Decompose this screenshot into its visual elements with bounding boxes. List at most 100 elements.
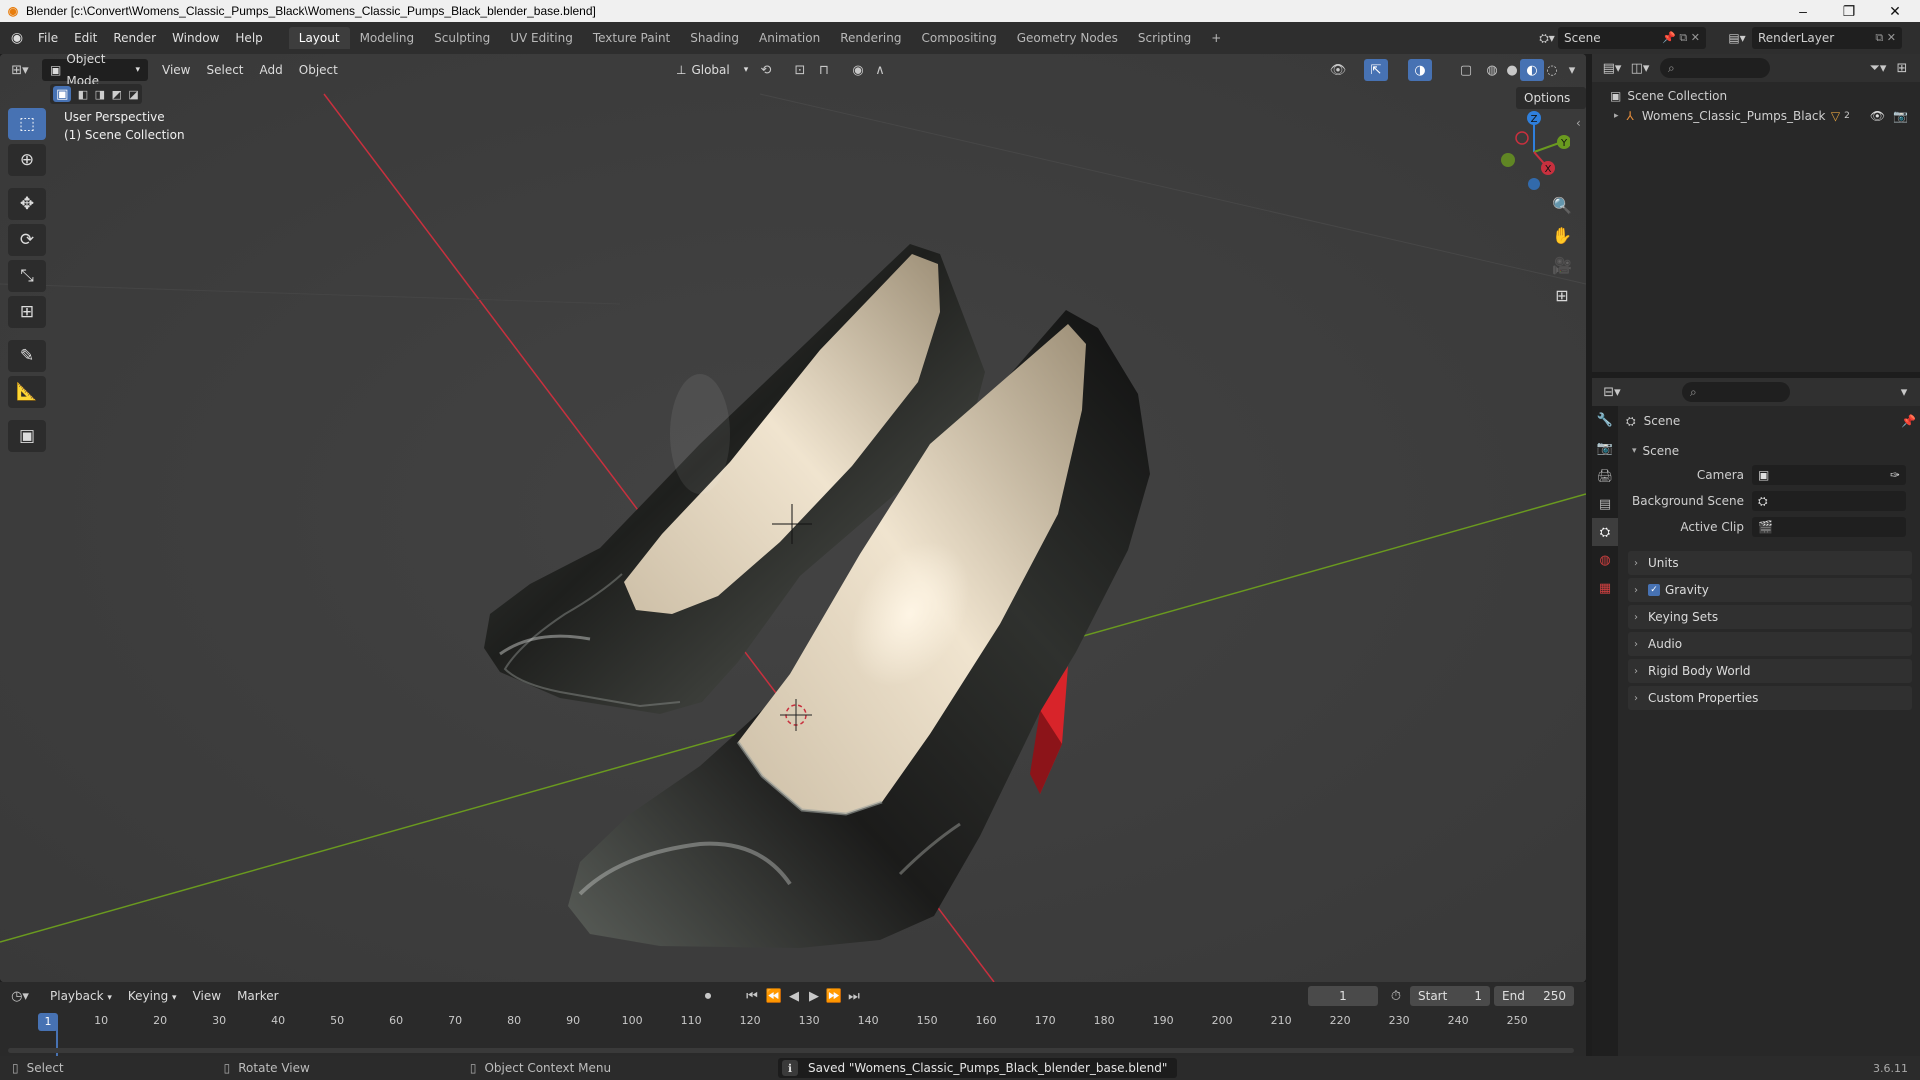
outliner-row-scene-collection[interactable]: ▣ Scene Collection xyxy=(1610,86,1727,106)
panel-rigid-body-world[interactable]: › Rigid Body World xyxy=(1628,659,1912,683)
editor-type-icon[interactable]: ◷▾ xyxy=(8,985,32,1007)
editor-type-icon[interactable]: ▤▾ xyxy=(1600,57,1624,79)
editor-type-icon[interactable]: ⊟▾ xyxy=(1600,381,1624,403)
snap-icon[interactable]: ⊡ xyxy=(788,59,812,81)
menu-help[interactable]: Help xyxy=(227,27,270,49)
filter-icon[interactable]: ⏷▾ xyxy=(1866,57,1890,79)
eyedropper-icon[interactable]: ✑ xyxy=(1890,468,1900,482)
outliner-search-input[interactable]: ⌕ xyxy=(1660,58,1770,78)
menu-marker[interactable]: Marker xyxy=(229,985,286,1007)
menu-add[interactable]: Add xyxy=(252,59,291,81)
rotate-tool-icon[interactable]: ⟳ xyxy=(8,224,46,256)
select-mode-group[interactable]: ▣ ◧ ◨ ◩ ◪ xyxy=(50,84,142,104)
menu-edit[interactable]: Edit xyxy=(66,27,105,49)
menu-select[interactable]: Select xyxy=(198,59,251,81)
panel-units[interactable]: › Units xyxy=(1628,551,1912,575)
properties-options-icon[interactable]: ▾ xyxy=(1892,381,1916,403)
blender-menu-icon[interactable]: ◉ xyxy=(4,27,30,49)
add-cube-tool-icon[interactable]: ▣ xyxy=(8,420,46,452)
select-box-tool-icon[interactable]: ⬚ xyxy=(8,108,46,140)
tab-compositing[interactable]: Compositing xyxy=(911,27,1006,49)
select-intersect-icon[interactable]: ◪ xyxy=(128,88,138,101)
view-layer-tab-icon[interactable]: ▤ xyxy=(1592,490,1618,518)
tab-modeling[interactable]: Modeling xyxy=(350,27,425,49)
ortho-toggle-icon[interactable]: ⊞ xyxy=(1547,280,1577,310)
menu-render[interactable]: Render xyxy=(105,27,164,49)
display-mode-icon[interactable]: ◫▾ xyxy=(1628,57,1652,79)
proportional-edit-icon[interactable]: ◉ xyxy=(846,59,870,81)
record-icon[interactable]: ⏺ xyxy=(696,985,720,1007)
sidebar-toggle-icon[interactable]: ‹ xyxy=(1576,116,1581,130)
pin-icon[interactable]: 📌 xyxy=(1901,414,1916,428)
view-layer-browse-icon[interactable]: ▤▾ xyxy=(1722,27,1752,49)
panel-audio[interactable]: › Audio xyxy=(1628,632,1912,656)
visibility-icon[interactable]: 👁 xyxy=(1326,59,1350,81)
playhead[interactable]: 1 xyxy=(38,1013,58,1031)
timeline-scrollbar[interactable] xyxy=(8,1048,1574,1053)
annotate-tool-icon[interactable]: ✎ xyxy=(8,340,46,372)
tool-tab-icon[interactable]: 🔧 xyxy=(1592,406,1618,434)
tab-texture-paint[interactable]: Texture Paint xyxy=(583,27,680,49)
cursor-tool-icon[interactable]: ⊕ xyxy=(8,144,46,176)
menu-playback[interactable]: Playback ▾ xyxy=(42,985,120,1007)
end-frame-field[interactable]: End 250 xyxy=(1494,986,1574,1006)
menu-view[interactable]: View xyxy=(154,59,198,81)
move-tool-icon[interactable]: ✥ xyxy=(8,188,46,220)
output-tab-icon[interactable]: 🖨 xyxy=(1592,462,1618,490)
xray-icon[interactable]: ▢ xyxy=(1454,59,1478,81)
scale-tool-icon[interactable]: ⤡ xyxy=(8,260,46,292)
render-tab-icon[interactable]: 📷 xyxy=(1592,434,1618,462)
tab-rendering[interactable]: Rendering xyxy=(830,27,911,49)
camera-view-icon[interactable]: 🎥 xyxy=(1547,250,1577,280)
view-layer-selector[interactable]: RenderLayer ⧉ ✕ xyxy=(1752,27,1902,49)
pivot-icon[interactable]: ⟲ xyxy=(754,59,778,81)
scene-section-header[interactable]: ▾ Scene xyxy=(1626,440,1916,462)
new-collection-icon[interactable]: ⊞ xyxy=(1890,57,1914,79)
snap-target-icon[interactable]: ⊓ xyxy=(812,59,836,81)
current-frame-field[interactable]: 1 xyxy=(1308,986,1378,1006)
timeline-ruler[interactable]: 1 10 20 30 40 50 60 70 80 90 100 110 120 130 140 150 16… xyxy=(8,1012,1578,1034)
view-layer-actions-icon[interactable]: ⧉ ✕ xyxy=(1875,31,1896,45)
add-workspace-button[interactable]: + xyxy=(1201,27,1231,49)
select-extend-icon[interactable]: ◧ xyxy=(78,88,88,101)
mode-dropdown[interactable]: ▣ Object Mode ▾ xyxy=(42,54,148,88)
maximize-button[interactable]: ❐ xyxy=(1826,0,1872,22)
gravity-checkbox[interactable]: ✓ xyxy=(1648,584,1660,596)
visibility-eye-icon[interactable]: 👁 xyxy=(1870,109,1885,123)
menu-timeline-view[interactable]: View xyxy=(185,985,229,1007)
tab-shading[interactable]: Shading xyxy=(680,27,749,49)
overlay-toggle-icon[interactable]: ◑ xyxy=(1408,59,1432,81)
select-new-icon[interactable]: ▣ xyxy=(53,86,72,102)
measure-tool-icon[interactable]: 📐 xyxy=(8,376,46,408)
jump-end-icon[interactable]: ⏭ xyxy=(842,985,866,1007)
tab-scripting[interactable]: Scripting xyxy=(1128,27,1201,49)
tab-uv-editing[interactable]: UV Editing xyxy=(500,27,583,49)
select-invert-icon[interactable]: ◩ xyxy=(111,88,121,101)
3d-viewport[interactable]: ⊞ ▾ ▣ Object Mode ▾ View Select Add Objec… xyxy=(0,54,1586,982)
close-window-button[interactable]: ✕ xyxy=(1872,0,1918,22)
zoom-view-icon[interactable]: 🔍 xyxy=(1547,190,1577,220)
select-subtract-icon[interactable]: ◨ xyxy=(95,88,105,101)
panel-keying-sets[interactable]: › Keying Sets xyxy=(1628,605,1912,629)
navigation-gizmo[interactable]: Z Y X xyxy=(1490,106,1570,196)
preview-range-icon[interactable]: ⏱ xyxy=(1384,985,1408,1007)
active-clip-field[interactable]: 🎬 xyxy=(1752,517,1906,537)
orientation-dropdown[interactable]: ⊥ Global ▾ xyxy=(668,59,756,81)
texture-tab-icon[interactable]: ▦ xyxy=(1592,574,1618,602)
shading-options-icon[interactable]: ▾ xyxy=(1560,59,1584,81)
properties-search-input[interactable]: ⌕ xyxy=(1682,382,1790,402)
transform-tool-icon[interactable]: ⊞ xyxy=(8,296,46,328)
start-frame-field[interactable]: Start 1 xyxy=(1410,986,1490,1006)
menu-file[interactable]: File xyxy=(30,27,66,49)
camera-field[interactable]: ▣ ✑ xyxy=(1752,465,1906,485)
scene-selector[interactable]: Scene 📌 ⧉ ✕ xyxy=(1558,27,1706,49)
world-tab-icon[interactable]: ◍ xyxy=(1592,546,1618,574)
tab-layout[interactable]: Layout xyxy=(288,27,350,49)
menu-object[interactable]: Object xyxy=(291,59,346,81)
tab-sculpting[interactable]: Sculpting xyxy=(424,27,500,49)
panel-custom-properties[interactable]: › Custom Properties xyxy=(1628,686,1912,710)
pin-icon[interactable]: 📌 ⧉ ✕ xyxy=(1662,31,1700,45)
gizmo-toggle-icon[interactable]: ⇱ xyxy=(1364,59,1388,81)
menu-window[interactable]: Window xyxy=(164,27,227,49)
outliner-row-object[interactable]: ▸ ⅄ Womens_Classic_Pumps_Black ▽ 2 👁 📷 xyxy=(1614,106,1914,126)
